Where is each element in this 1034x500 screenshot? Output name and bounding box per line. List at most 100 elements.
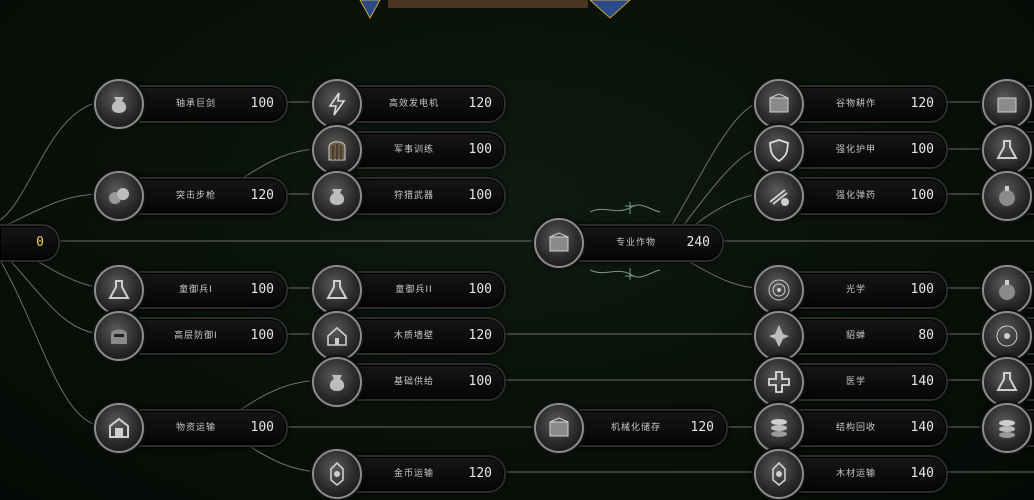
seed-bag-icon bbox=[94, 79, 144, 129]
tech-node-cost: 140 bbox=[910, 420, 934, 435]
tech-node-diaochan[interactable]: 貂蝉 80 bbox=[754, 311, 948, 361]
tech-node-label: 狩猎武器 bbox=[393, 191, 434, 201]
tech-node-cost: 100 bbox=[910, 142, 934, 157]
flask-icon bbox=[94, 265, 144, 315]
gate-icon bbox=[312, 125, 362, 175]
tech-node-offscreen[interactable] bbox=[982, 171, 1034, 221]
flask-icon bbox=[312, 265, 362, 315]
tech-node-label: 貂蝉 bbox=[845, 331, 866, 341]
tech-node-basic-supply[interactable]: 基础供给 100 bbox=[312, 357, 506, 407]
gun-pile-icon bbox=[94, 171, 144, 221]
tech-node-label: 木材运输 bbox=[835, 469, 876, 479]
crate-icon bbox=[982, 79, 1032, 129]
tech-node-label: 医学 bbox=[845, 377, 866, 387]
tech-node-reinforced-armor[interactable]: 强化护甲 100 bbox=[754, 125, 948, 175]
tech-node-cost: 120 bbox=[468, 466, 492, 481]
tech-points-counter: 0 bbox=[0, 224, 60, 262]
tech-node-cost: 120 bbox=[250, 188, 274, 203]
tech-node-label: 童御兵II bbox=[395, 285, 433, 295]
flask-icon bbox=[982, 125, 1032, 175]
tech-node-label: 高层防御I bbox=[174, 331, 218, 341]
tech-node-label: 物资运输 bbox=[175, 423, 216, 433]
tech-node-cost: 100 bbox=[468, 374, 492, 389]
tech-node-offscreen[interactable] bbox=[982, 125, 1034, 175]
top-banner-decoration bbox=[359, 0, 631, 20]
tech-node-label: 轴承巨剑 bbox=[175, 99, 216, 109]
crate-icon bbox=[534, 403, 584, 453]
tech-node-cost: 80 bbox=[918, 328, 934, 343]
lightning-icon bbox=[312, 79, 362, 129]
tech-node-efficient-generator[interactable]: 高效发电机 120 bbox=[312, 79, 506, 129]
tech-node-grain-farming[interactable]: 谷物耕作 120 bbox=[754, 79, 948, 129]
flask-icon bbox=[982, 357, 1032, 407]
tech-node-bearing-sword[interactable]: 轴承巨剑 100 bbox=[94, 79, 288, 129]
tech-node-label: 军事训练 bbox=[393, 145, 434, 155]
tech-node-label: 机械化储存 bbox=[610, 423, 661, 433]
tech-node-label: 突击步枪 bbox=[175, 191, 216, 201]
tech-node-structure-recycling[interactable]: 结构回收 140 bbox=[754, 403, 948, 453]
tech-node-cost: 100 bbox=[250, 328, 274, 343]
cross-icon bbox=[754, 357, 804, 407]
coins-icon bbox=[754, 403, 804, 453]
tech-node-label: 童御兵I bbox=[179, 285, 213, 295]
tech-node-cost: 120 bbox=[468, 96, 492, 111]
tech-node-cost: 140 bbox=[910, 466, 934, 481]
tech-node-medicine[interactable]: 医学 140 bbox=[754, 357, 948, 407]
tech-node-label: 强化弹药 bbox=[835, 191, 876, 201]
tech-node-cost: 120 bbox=[910, 96, 934, 111]
ornament-flourish-top bbox=[589, 202, 661, 214]
helmet-icon bbox=[94, 311, 144, 361]
tech-node-label: 谷物耕作 bbox=[835, 99, 876, 109]
seed-bag-icon bbox=[312, 171, 362, 221]
tech-node-guard-2[interactable]: 童御兵II 100 bbox=[312, 265, 506, 315]
ammo-icon bbox=[754, 171, 804, 221]
tech-node-military-training[interactable]: 军事训练 100 bbox=[312, 125, 506, 175]
tech-node-offscreen[interactable] bbox=[982, 311, 1034, 361]
tech-node-cost: 100 bbox=[250, 96, 274, 111]
tech-node-label: 木质墙壁 bbox=[393, 331, 434, 341]
coins-icon bbox=[982, 403, 1032, 453]
grenade-icon bbox=[982, 265, 1032, 315]
tech-node-mechanized-storage[interactable]: 机械化储存 120 bbox=[534, 403, 728, 453]
tech-node-cost: 100 bbox=[468, 188, 492, 203]
lantern-icon bbox=[312, 449, 362, 499]
tech-node-label: 高效发电机 bbox=[388, 99, 439, 109]
tech-node-offscreen[interactable] bbox=[982, 265, 1034, 315]
tech-node-cost: 140 bbox=[910, 374, 934, 389]
tech-node-assault-rifle[interactable]: 突击步枪 120 bbox=[94, 171, 288, 221]
house-icon bbox=[312, 311, 362, 361]
ornament-flourish-bottom bbox=[589, 268, 661, 280]
grenade-icon bbox=[982, 171, 1032, 221]
tech-node-cost: 100 bbox=[468, 142, 492, 157]
tech-node-cost: 100 bbox=[250, 282, 274, 297]
tech-node-label: 金币运输 bbox=[393, 469, 434, 479]
tech-node-label: 光学 bbox=[845, 285, 866, 295]
tech-node-cost: 120 bbox=[690, 420, 714, 435]
tech-node-offscreen[interactable] bbox=[982, 79, 1034, 129]
tech-node-hunting-weapons[interactable]: 狩猎武器 100 bbox=[312, 171, 506, 221]
tech-node-specialty-crops[interactable]: 专业作物 240 bbox=[534, 218, 724, 268]
tech-node-gold-transport[interactable]: 金币运输 120 bbox=[312, 449, 506, 499]
eye-icon bbox=[982, 311, 1032, 361]
tech-node-high-defense-1[interactable]: 高层防御I 100 bbox=[94, 311, 288, 361]
warehouse-icon bbox=[94, 403, 144, 453]
tech-node-offscreen[interactable] bbox=[982, 357, 1034, 407]
tech-node-timber-transport[interactable]: 木材运输 140 bbox=[754, 449, 948, 499]
tech-node-wooden-wall[interactable]: 木质墙壁 120 bbox=[312, 311, 506, 361]
tech-node-label: 强化护甲 bbox=[835, 145, 876, 155]
tech-node-cost: 240 bbox=[686, 235, 710, 250]
tech-node-label: 基础供给 bbox=[393, 377, 434, 387]
crystal-icon bbox=[754, 311, 804, 361]
tech-node-supply-transport[interactable]: 物资运输 100 bbox=[94, 403, 288, 453]
tech-node-cost: 100 bbox=[250, 420, 274, 435]
tech-points-value: 0 bbox=[36, 235, 44, 250]
crate-icon bbox=[754, 79, 804, 129]
tech-node-guard-1[interactable]: 童御兵I 100 bbox=[94, 265, 288, 315]
tech-node-offscreen[interactable] bbox=[982, 403, 1034, 453]
seed-bag-icon bbox=[312, 357, 362, 407]
tech-node-optics[interactable]: 光学 100 bbox=[754, 265, 948, 315]
tech-node-label: 结构回收 bbox=[835, 423, 876, 433]
tech-node-cost: 120 bbox=[468, 328, 492, 343]
tech-node-reinforced-ammo[interactable]: 强化弹药 100 bbox=[754, 171, 948, 221]
crate-icon bbox=[534, 218, 584, 268]
